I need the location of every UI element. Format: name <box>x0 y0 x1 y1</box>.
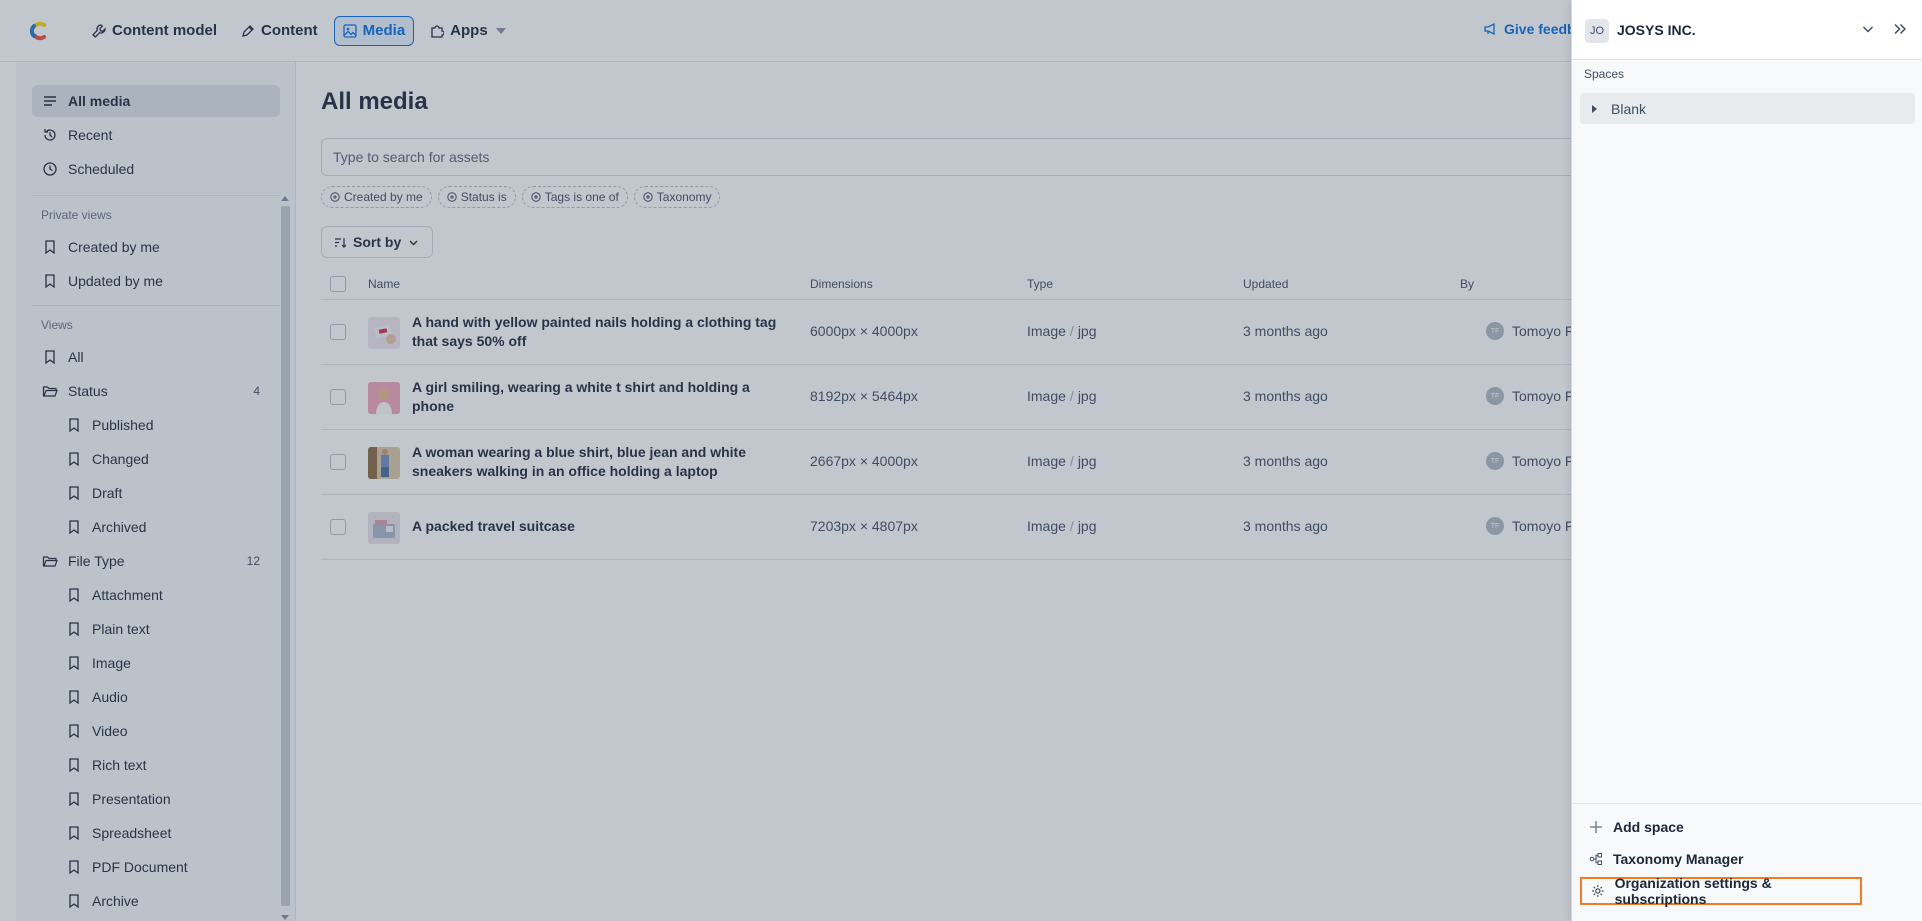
add-space-button[interactable]: Add space <box>1580 813 1862 841</box>
double-chevron-right-icon[interactable] <box>1892 21 1908 37</box>
org-settings-label: Organization settings & subscriptions <box>1614 875 1772 907</box>
plus-icon <box>1590 821 1602 833</box>
taxonomy-manager-button[interactable]: Taxonomy Manager <box>1580 845 1862 873</box>
gear-icon <box>1591 885 1604 897</box>
org-spaces-panel: JO JOSYS INC. Spaces Blank Add space Tax… <box>1571 0 1922 921</box>
taxonomy-icon <box>1589 853 1602 865</box>
chevron-down-icon[interactable] <box>1860 21 1876 37</box>
org-avatar: JO <box>1585 19 1609 43</box>
space-name: Blank <box>1611 100 1647 117</box>
org-name[interactable]: JOSYS INC. <box>1617 22 1696 38</box>
taxonomy-manager-label: Taxonomy Manager <box>1613 851 1744 867</box>
panel-divider <box>1572 803 1922 804</box>
spaces-heading: Spaces <box>1584 67 1625 81</box>
add-space-label: Add space <box>1613 819 1684 835</box>
panel-header: JO JOSYS INC. <box>1572 0 1922 60</box>
caret-right-icon[interactable] <box>1592 104 1597 113</box>
space-item-blank[interactable]: Blank <box>1580 93 1915 124</box>
org-settings-button[interactable]: Organization settings & subscriptions <box>1580 875 1862 907</box>
